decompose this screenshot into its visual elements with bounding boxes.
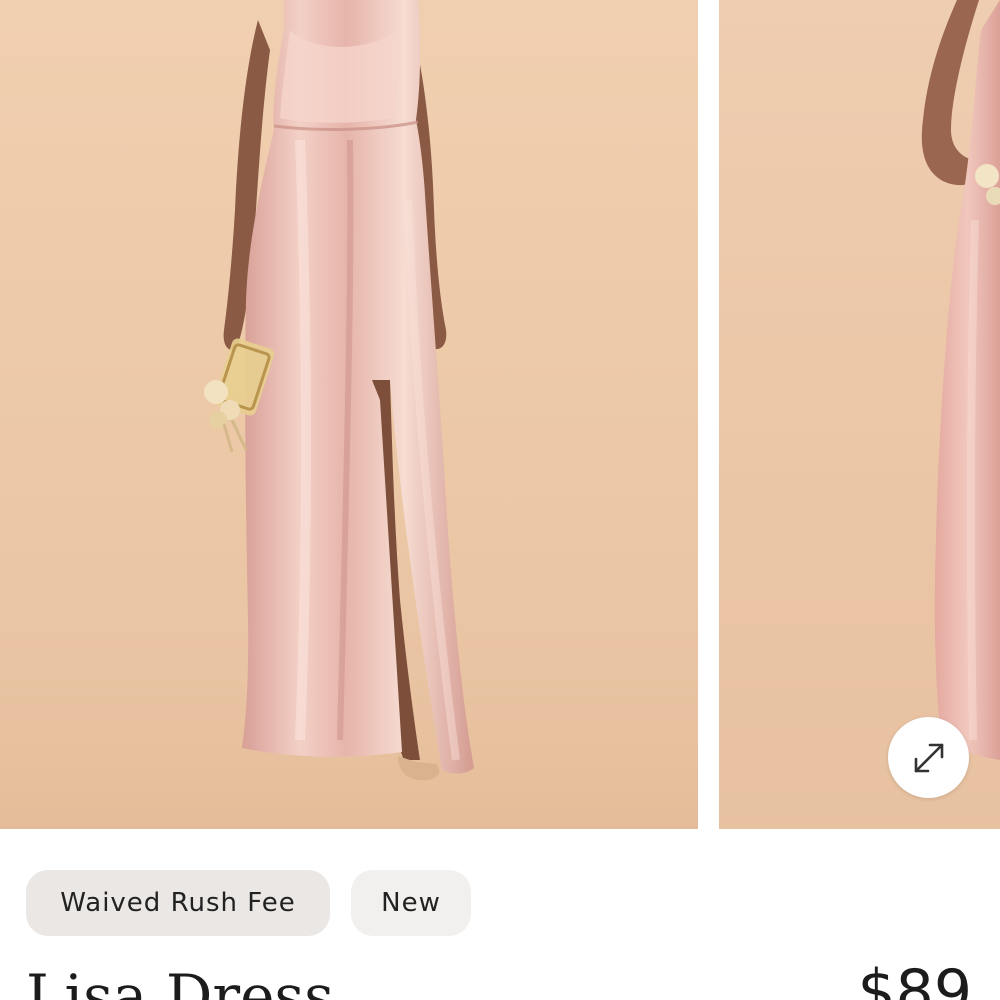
product-title: Lisa Dress <box>26 962 334 1000</box>
expand-arrows-icon <box>914 743 943 772</box>
product-page: Waived Rush Fee New Lisa Dress $89 <box>0 0 1000 1000</box>
product-badges: Waived Rush Fee New <box>26 870 471 936</box>
waived-rush-fee-badge: Waived Rush Fee <box>26 870 330 936</box>
expand-image-button[interactable] <box>888 717 969 798</box>
model-front-illustration <box>0 0 698 829</box>
product-price: $89 <box>857 957 972 1000</box>
product-photo-secondary[interactable] <box>719 0 1000 829</box>
product-image-gallery[interactable] <box>0 0 1000 829</box>
model-side-illustration <box>921 0 1000 760</box>
new-badge: New <box>351 870 471 936</box>
product-photo-main[interactable] <box>0 0 698 829</box>
